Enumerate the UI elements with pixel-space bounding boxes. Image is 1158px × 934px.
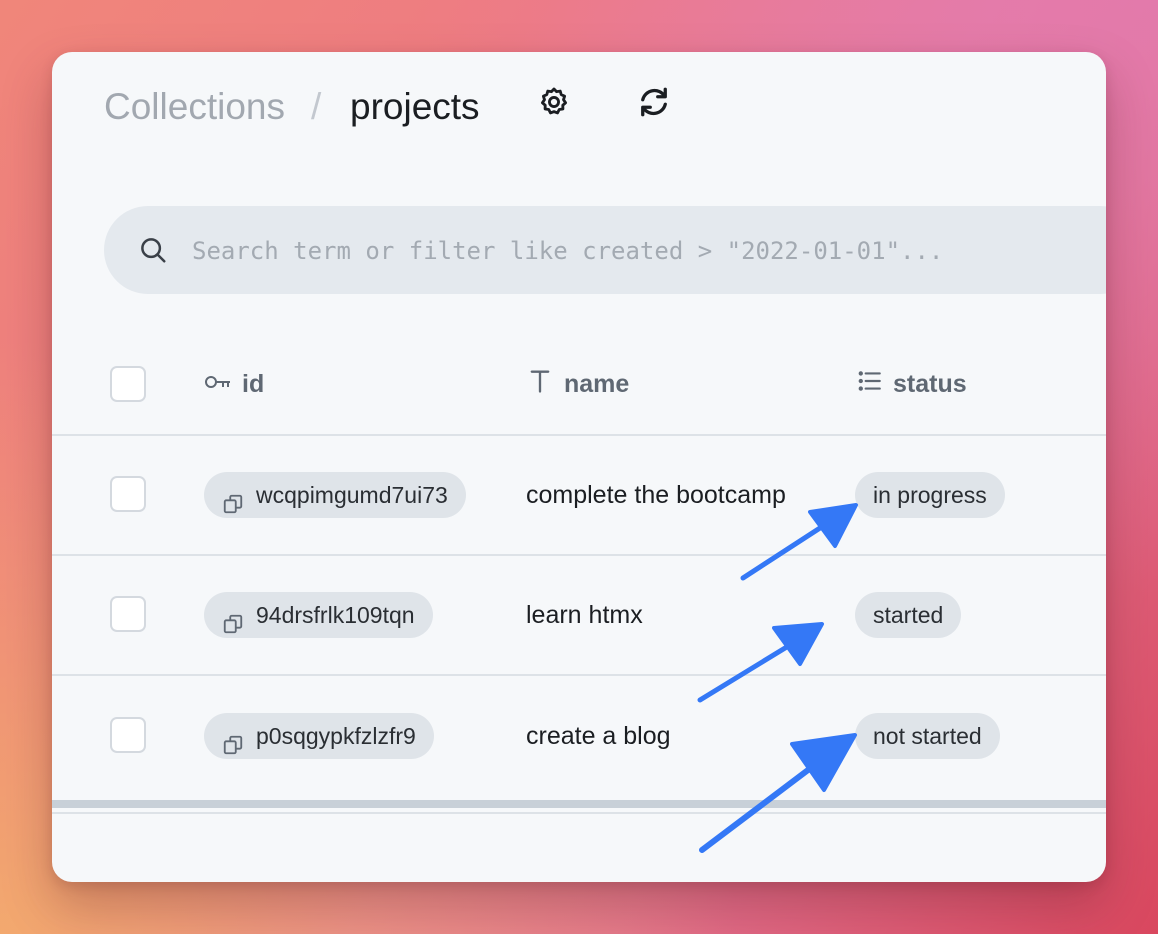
table-footer-border — [52, 800, 1106, 808]
breadcrumb-separator: / — [311, 86, 322, 127]
list-icon — [857, 368, 893, 401]
row-checkbox[interactable] — [110, 596, 146, 632]
status-badge: in progress — [855, 472, 1005, 518]
record-name: create a blog — [526, 722, 671, 750]
status-badge: started — [855, 592, 962, 638]
record-id-copy-button[interactable]: p0sqgypkfzlzfr9 — [204, 713, 434, 759]
record-id-copy-button[interactable]: wcqpimgumd7ui73 — [204, 472, 466, 518]
settings-button[interactable] — [536, 86, 572, 122]
record-id-copy-button[interactable]: 94drsfrlk109tqn — [204, 592, 433, 638]
copy-icon — [222, 604, 244, 650]
column-header-name[interactable]: name — [526, 366, 629, 402]
key-icon — [204, 370, 242, 399]
select-all-checkbox[interactable] — [110, 366, 146, 402]
column-header-status[interactable]: status — [857, 366, 967, 402]
record-id: 94drsfrlk109tqn — [256, 602, 415, 628]
collection-window: Collections / projects Search term or fi… — [52, 52, 1106, 882]
record-name: learn htmx — [526, 601, 643, 629]
copy-icon — [222, 484, 244, 530]
search-icon — [138, 235, 168, 270]
gear-icon — [537, 85, 571, 124]
search-bar[interactable] — [104, 206, 1106, 294]
record-id: wcqpimgumd7ui73 — [256, 482, 448, 508]
refresh-icon — [636, 84, 672, 125]
table-row[interactable]: wcqpimgumd7ui73 complete the bootcamp in… — [52, 436, 1106, 554]
record-name: complete the bootcamp — [526, 481, 786, 509]
page-title: projects — [350, 86, 480, 127]
table-row[interactable]: 94drsfrlk109tqn learn htmx started — [52, 556, 1106, 674]
row-checkbox[interactable] — [110, 476, 146, 512]
table-row[interactable]: p0sqgypkfzlzfr9 create a blog not starte… — [52, 676, 1106, 794]
column-header-label: status — [893, 369, 967, 398]
column-header-label: name — [564, 369, 630, 398]
breadcrumb-collections-link[interactable]: Collections — [104, 84, 285, 130]
copy-icon — [222, 725, 244, 771]
status-badge: not started — [855, 713, 1000, 759]
refresh-button[interactable] — [636, 86, 672, 122]
record-id: p0sqgypkfzlzfr9 — [256, 723, 416, 749]
table-footer-line — [52, 812, 1106, 814]
search-input[interactable] — [190, 230, 1094, 272]
text-type-icon — [526, 367, 564, 402]
row-checkbox[interactable] — [110, 717, 146, 753]
column-header-label: id — [242, 369, 265, 398]
column-header-id[interactable]: id — [204, 366, 264, 402]
